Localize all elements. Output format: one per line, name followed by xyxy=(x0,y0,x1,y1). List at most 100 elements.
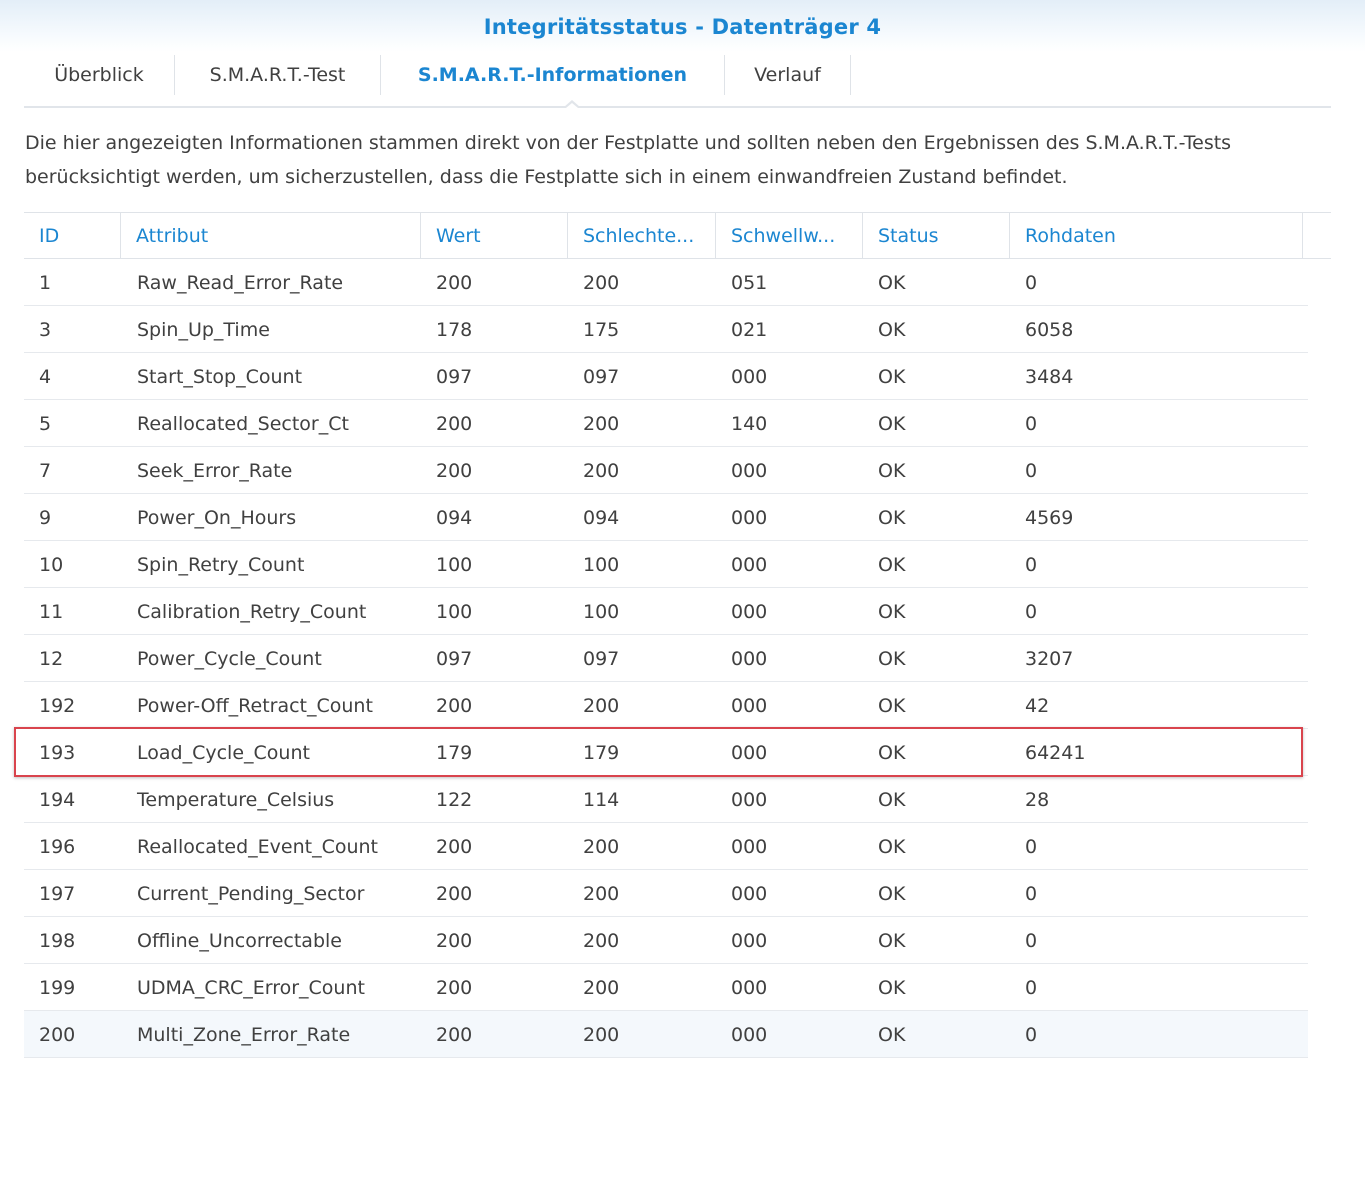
cell-threshold: 051 xyxy=(731,272,768,294)
cell-raw-data: 3484 xyxy=(1025,366,1074,388)
cell-worst: 200 xyxy=(583,836,620,858)
cell-threshold: 000 xyxy=(731,883,768,905)
table-row[interactable]: 7 Seek_Error_Rate 200 200 000 OK 0 xyxy=(24,447,1308,494)
cell-status: OK xyxy=(878,601,906,623)
cell-worst: 179 xyxy=(583,742,620,764)
cell-id: 9 xyxy=(39,507,52,529)
table-row[interactable]: 199 UDMA_CRC_Error_Count 200 200 000 OK 0 xyxy=(24,964,1308,1011)
cell-raw-data: 0 xyxy=(1025,413,1038,435)
cell-threshold: 000 xyxy=(731,836,768,858)
cell-value: 200 xyxy=(436,272,473,294)
cell-threshold: 021 xyxy=(731,319,768,341)
table-row[interactable]: 4 Start_Stop_Count 097 097 000 OK 3484 xyxy=(24,353,1308,400)
cell-status: OK xyxy=(878,836,906,858)
table-row[interactable]: 1 Raw_Read_Error_Rate 200 200 051 OK 0 xyxy=(24,259,1308,306)
cell-raw-data: 4569 xyxy=(1025,507,1074,529)
cell-value: 094 xyxy=(436,507,473,529)
tab-smart-info[interactable]: S.M.A.R.T.-Informationen xyxy=(381,54,724,96)
cell-value: 200 xyxy=(436,930,473,952)
cell-attribute: Offline_Uncorrectable xyxy=(137,930,342,952)
table-row[interactable]: 9 Power_On_Hours 094 094 000 OK 4569 xyxy=(24,494,1308,541)
cell-value: 100 xyxy=(436,601,473,623)
cell-worst: 100 xyxy=(583,554,620,576)
cell-value: 200 xyxy=(436,977,473,999)
tab-bar: Überblick S.M.A.R.T.-Test S.M.A.R.T.-Inf… xyxy=(24,52,1331,108)
column-header-worst[interactable]: Schlechte... xyxy=(568,213,716,258)
column-header-id[interactable]: ID xyxy=(24,213,121,258)
cell-threshold: 000 xyxy=(731,1024,768,1046)
cell-value: 200 xyxy=(436,1024,473,1046)
cell-status: OK xyxy=(878,507,906,529)
cell-raw-data: 0 xyxy=(1025,883,1038,905)
cell-worst: 094 xyxy=(583,507,620,529)
cell-threshold: 000 xyxy=(731,695,768,717)
tab-smart-test[interactable]: S.M.A.R.T.-Test xyxy=(175,54,380,96)
column-header-status[interactable]: Status xyxy=(863,213,1010,258)
tab-history[interactable]: Verlauf xyxy=(725,54,850,96)
table-row[interactable]: 197 Current_Pending_Sector 200 200 000 OK 0 xyxy=(24,870,1308,917)
cell-status: OK xyxy=(878,554,906,576)
cell-attribute: Spin_Up_Time xyxy=(137,319,270,341)
cell-status: OK xyxy=(878,1024,906,1046)
cell-id: 1 xyxy=(39,272,52,294)
cell-threshold: 000 xyxy=(731,601,768,623)
column-header-attribute[interactable]: Attribut xyxy=(121,213,421,258)
cell-status: OK xyxy=(878,742,906,764)
cell-value: 122 xyxy=(436,789,473,811)
cell-threshold: 140 xyxy=(731,413,768,435)
cell-attribute: Reallocated_Sector_Ct xyxy=(137,413,349,435)
cell-id: 194 xyxy=(39,789,76,811)
cell-id: 192 xyxy=(39,695,76,717)
cell-worst: 200 xyxy=(583,460,620,482)
table-row[interactable]: 193 Load_Cycle_Count 179 179 000 OK 64241 xyxy=(24,729,1308,776)
cell-raw-data: 0 xyxy=(1025,554,1038,576)
table-row[interactable]: 10 Spin_Retry_Count 100 100 000 OK 0 xyxy=(24,541,1308,588)
cell-attribute: Spin_Retry_Count xyxy=(137,554,305,576)
dialog-title: Integritätsstatus - Datenträger 4 xyxy=(0,0,1365,52)
active-tab-indicator-inner xyxy=(566,103,578,108)
column-header-value[interactable]: Wert xyxy=(421,213,568,258)
column-header-raw-data[interactable]: Rohdaten xyxy=(1010,213,1303,258)
cell-status: OK xyxy=(878,366,906,388)
table-row[interactable]: 11 Calibration_Retry_Count 100 100 000 OK 0 xyxy=(24,588,1308,635)
cell-worst: 200 xyxy=(583,930,620,952)
tab-divider xyxy=(850,55,851,95)
cell-status: OK xyxy=(878,460,906,482)
table-row[interactable]: 198 Offline_Uncorrectable 200 200 000 OK 0 xyxy=(24,917,1308,964)
table-row[interactable]: 12 Power_Cycle_Count 097 097 000 OK 3207 xyxy=(24,635,1308,682)
table-row[interactable]: 5 Reallocated_Sector_Ct 200 200 140 OK 0 xyxy=(24,400,1308,447)
table-row[interactable]: 200 Multi_Zone_Error_Rate 200 200 000 OK 0 xyxy=(24,1011,1308,1058)
cell-threshold: 000 xyxy=(731,507,768,529)
cell-id: 193 xyxy=(39,742,76,764)
cell-raw-data: 0 xyxy=(1025,272,1038,294)
cell-raw-data: 42 xyxy=(1025,695,1050,717)
cell-threshold: 000 xyxy=(731,648,768,670)
cell-status: OK xyxy=(878,648,906,670)
cell-threshold: 000 xyxy=(731,930,768,952)
cell-attribute: Load_Cycle_Count xyxy=(137,742,310,764)
column-header-threshold[interactable]: Schwellw... xyxy=(716,213,863,258)
table-row[interactable]: 196 Reallocated_Event_Count 200 200 000 OK 0 xyxy=(24,823,1308,870)
cell-attribute: Current_Pending_Sector xyxy=(137,883,365,905)
cell-id: 200 xyxy=(39,1024,76,1046)
cell-value: 097 xyxy=(436,648,473,670)
cell-threshold: 000 xyxy=(731,977,768,999)
table-body: 1 Raw_Read_Error_Rate 200 200 051 OK 0 3 Spin_Up… xyxy=(24,259,1308,1058)
cell-status: OK xyxy=(878,930,906,952)
cell-attribute: Calibration_Retry_Count xyxy=(137,601,367,623)
cell-attribute: Reallocated_Event_Count xyxy=(137,836,379,858)
cell-value: 097 xyxy=(436,366,473,388)
table-row[interactable]: 194 Temperature_Celsius 122 114 000 OK 28 xyxy=(24,776,1308,823)
table-row[interactable]: 192 Power-Off_Retract_Count 200 200 000 OK 42 xyxy=(24,682,1308,729)
cell-value: 200 xyxy=(436,413,473,435)
cell-attribute: Seek_Error_Rate xyxy=(137,460,293,482)
cell-id: 3 xyxy=(39,319,52,341)
cell-worst: 200 xyxy=(583,1024,620,1046)
cell-value: 100 xyxy=(436,554,473,576)
cell-threshold: 000 xyxy=(731,554,768,576)
cell-worst: 200 xyxy=(583,272,620,294)
cell-worst: 100 xyxy=(583,601,620,623)
cell-raw-data: 6058 xyxy=(1025,319,1074,341)
table-row[interactable]: 3 Spin_Up_Time 178 175 021 OK 6058 xyxy=(24,306,1308,353)
tab-overview[interactable]: Überblick xyxy=(24,54,174,96)
